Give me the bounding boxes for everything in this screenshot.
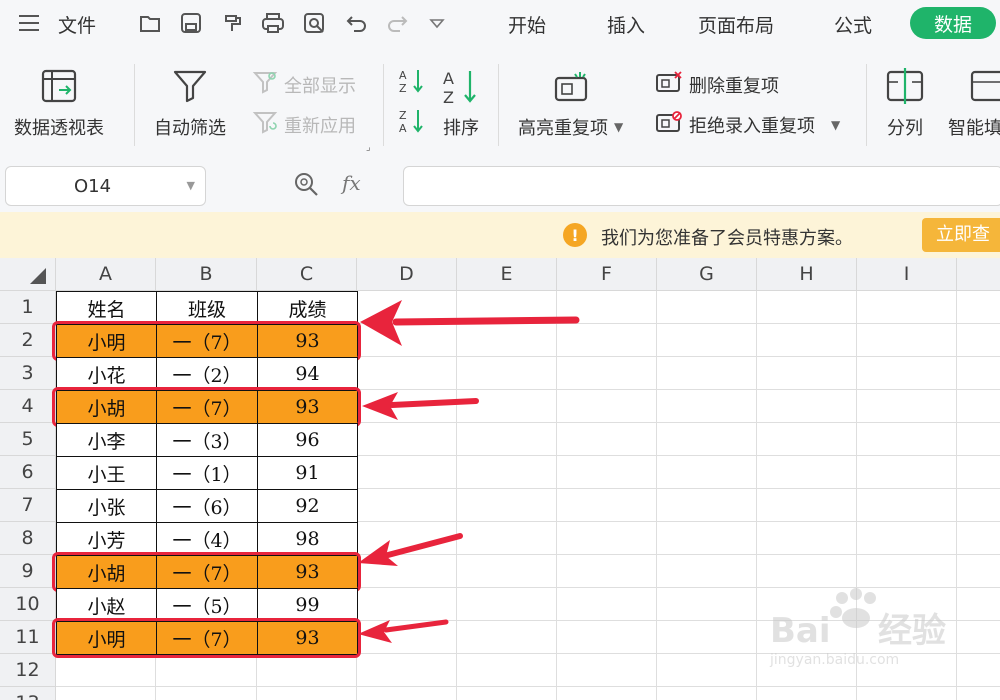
annotation-arrows (358, 300, 580, 643)
spreadsheet-app: 文件 开始 插入 页面布局 公式 数据 数据透视表 自动筛选 全部显示 重新应用… (0, 0, 1000, 700)
